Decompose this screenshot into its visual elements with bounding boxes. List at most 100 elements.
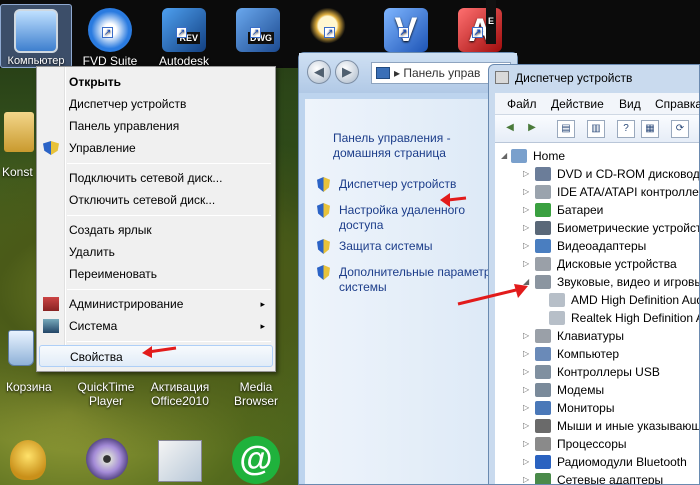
shortcut-arrow-icon: ↗ <box>324 27 335 38</box>
context-menu-item-label: Создать ярлык <box>69 223 152 237</box>
context-menu-item-label: Открыть <box>69 75 122 89</box>
messenger-icon[interactable] <box>10 440 46 480</box>
uac-shield-icon <box>317 203 330 218</box>
context-menu: Открыть Диспетчер устройств Панель управле… <box>36 66 276 372</box>
monitor-icon <box>535 401 551 415</box>
expand-toggle-icon[interactable]: ▷ <box>523 327 529 345</box>
tree-node-label: Контроллеры USB <box>557 365 660 379</box>
context-menu-item[interactable]: Диспетчер устройств <box>39 93 273 115</box>
battery-icon <box>535 203 551 217</box>
expand-toggle-icon[interactable]: ▷ <box>523 255 529 273</box>
expand-toggle-icon[interactable]: ▷ <box>523 183 529 201</box>
update-driver-icon[interactable]: ⟳ <box>671 120 689 138</box>
console-tree-icon[interactable]: ▤ <box>557 120 575 138</box>
document-app-icon[interactable] <box>158 440 202 482</box>
tree-node-label: IDE ATA/ATAPI контроллеры <box>557 185 699 199</box>
context-menu-item-label: Панель управления <box>69 119 180 133</box>
menu-help[interactable]: Справка <box>655 97 700 111</box>
device-manager-titlebar: Диспетчер устройств <box>489 65 699 91</box>
context-menu-item[interactable]: Создать ярлык <box>39 219 273 241</box>
scan-hardware-icon[interactable]: ▦ <box>641 120 659 138</box>
expand-toggle-icon[interactable]: ▷ <box>523 381 529 399</box>
folder-icon[interactable] <box>4 112 34 152</box>
menu-separator <box>67 163 271 164</box>
red-arrow-device-manager <box>440 193 467 207</box>
properties-icon[interactable]: ▥ <box>587 120 605 138</box>
link-system-protection[interactable]: Защита системы <box>317 239 432 254</box>
recycle-bin-icon[interactable] <box>8 330 34 366</box>
tree-node-label: Процессоры <box>557 437 627 451</box>
forward-button[interactable]: ▶ <box>335 60 359 84</box>
expand-toggle-icon[interactable]: ▷ <box>523 453 529 471</box>
desktop-icon-autodesk[interactable]: REV ↗ Autodesk <box>148 4 220 68</box>
manage-shield-icon <box>43 141 59 155</box>
bluetooth-icon <box>535 455 551 469</box>
expand-toggle-icon[interactable]: ▷ <box>523 417 529 435</box>
desktop-icon-autocad[interactable]: AE↗ <box>444 0 516 54</box>
fvd-icon: ↗ <box>88 8 132 52</box>
expand-toggle-icon[interactable]: ▷ <box>523 471 529 484</box>
desktop-icon-dwg[interactable]: DWG ↗ <box>222 4 294 54</box>
forward-arrow-icon[interactable]: ▶ <box>523 120 541 138</box>
desktop-icon-quicktime[interactable]: QuickTime Player <box>66 380 146 408</box>
expand-toggle-icon[interactable]: ▷ <box>523 435 529 453</box>
shortcut-arrow-icon: ↗ <box>472 27 483 38</box>
uac-shield-icon <box>317 239 330 254</box>
red-arrow-properties <box>142 346 177 358</box>
tree-node-label: Батареи <box>557 203 604 217</box>
desktop-icon-fvd[interactable]: ↗ FVD Suite <box>74 4 146 68</box>
mouse-icon <box>535 419 551 433</box>
desktop-icon-v-app[interactable]: V↗ <box>370 4 442 54</box>
context-menu-item-label: Система <box>69 319 118 333</box>
expand-toggle-icon[interactable]: ▷ <box>523 165 529 183</box>
menu-view[interactable]: Вид <box>619 97 641 111</box>
sound-icon <box>535 275 551 289</box>
desktop-icon-label: Активация Office2010 <box>150 380 210 408</box>
expand-toggle-icon[interactable]: ▷ <box>523 237 529 255</box>
dvd-drive-icon <box>535 167 551 181</box>
computer-icon <box>535 347 551 361</box>
back-button[interactable]: ◀ <box>307 60 331 84</box>
context-menu-item[interactable]: Система ▸ <box>39 315 273 337</box>
expand-toggle-icon[interactable]: ▷ <box>523 201 529 219</box>
desktop-icon-label-konst: Konst <box>2 165 33 179</box>
tree-node-label: Звуковые, видео и игровые устройства <box>557 275 699 289</box>
desktop-icon-computer[interactable]: Компьютер <box>0 4 72 68</box>
red-arrow-sound-devices <box>457 284 528 306</box>
context-menu-item[interactable]: Подключить сетевой диск... <box>39 167 273 189</box>
control-panel-folder-icon <box>376 67 390 79</box>
context-menu-item[interactable]: Панель управления <box>39 115 273 137</box>
context-menu-item[interactable]: Переименовать <box>39 263 273 285</box>
context-menu-item-label: Диспетчер устройств <box>69 97 187 111</box>
control-panel-navbar: ◀ ▶ ▸ Панель управ <box>299 53 517 93</box>
submenu-arrow-icon: ▸ <box>260 299 265 309</box>
expand-toggle-icon[interactable]: ▷ <box>523 219 529 237</box>
context-menu-item[interactable]: Администрирование ▸ <box>39 293 273 315</box>
context-menu-item[interactable]: Удалить <box>39 241 273 263</box>
tree-node-label: Видеоадаптеры <box>557 239 647 253</box>
v-app-icon: V↗ <box>384 8 428 52</box>
menu-file[interactable]: Файл <box>507 97 537 111</box>
system-icon <box>43 319 59 333</box>
desktop-icon-media-browser[interactable]: Media Browser <box>216 380 296 408</box>
uac-shield-icon <box>317 265 330 280</box>
back-arrow-icon[interactable]: ◀ <box>501 120 519 138</box>
desktop-icon-office-activation[interactable]: Активация Office2010 <box>140 380 220 408</box>
menu-action[interactable]: Действие <box>551 97 604 111</box>
help-icon[interactable]: ? <box>617 120 635 138</box>
control-panel-home-link[interactable]: Панель управления - домашняя страница <box>333 131 483 161</box>
desktop-icon-magnifier[interactable]: ↗ <box>296 4 368 54</box>
expand-toggle-icon[interactable]: ▷ <box>523 363 529 381</box>
context-menu-item[interactable]: Управление <box>39 137 273 159</box>
context-menu-item-label: Администрирование <box>69 297 184 311</box>
autocad-tag: E <box>485 0 496 44</box>
expand-toggle-icon[interactable]: ▷ <box>523 399 529 417</box>
context-menu-item[interactable]: Открыть <box>39 71 273 93</box>
mail-agent-icon[interactable]: @ <box>232 436 280 484</box>
address-text: Панель управ <box>403 66 481 80</box>
computer-icon <box>14 9 58 53</box>
context-menu-item[interactable]: Отключить сетевой диск... <box>39 189 273 211</box>
dvd-disc-icon[interactable] <box>86 438 128 480</box>
shortcut-arrow-icon: ↗ <box>176 27 187 38</box>
expand-toggle-icon[interactable]: ▷ <box>523 345 529 363</box>
